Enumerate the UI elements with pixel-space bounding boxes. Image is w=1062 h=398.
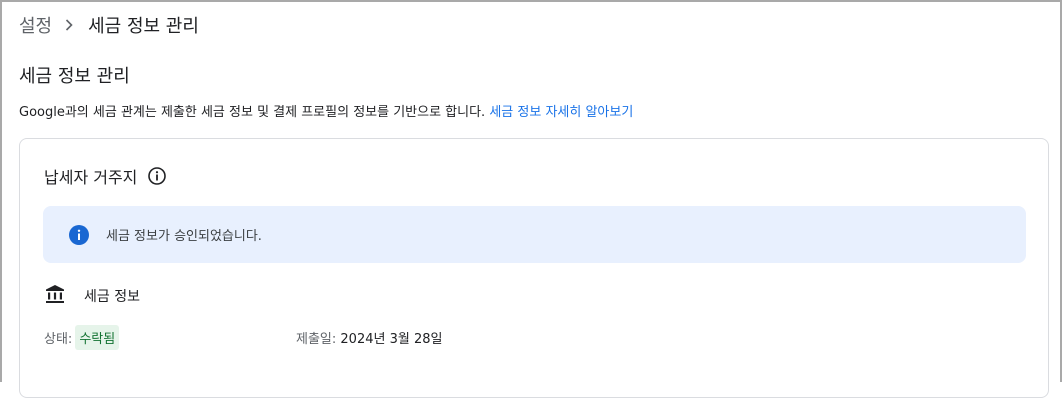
card-title: 납세자 거주지 [44,168,138,187]
info-filled-icon [68,224,90,246]
learn-more-link[interactable]: 세금 정보 자세히 알아보기 [489,105,633,120]
approval-banner: 세금 정보가 승인되었습니다. [43,206,1026,263]
info-outline-icon[interactable] [147,166,167,186]
breadcrumb-current: 세금 정보 관리 [88,16,199,37]
status-badge: 수락됨 [75,325,120,350]
breadcrumb: 설정 세금 정보 관리 [19,13,199,37]
description-text: Google과의 세금 관계는 제출한 세금 정보 및 결제 프로필의 정보를 … [19,105,486,120]
page-description: Google과의 세금 관계는 제출한 세금 정보 및 결제 프로필의 정보를 … [19,101,633,120]
chevron-right-icon [64,18,74,32]
submitted-label: 제출일: [296,332,337,347]
submitted-value: 2024년 3월 28일 [340,332,443,347]
page-title: 세금 정보 관리 [19,66,130,87]
bank-icon [44,283,66,309]
status-label: 상태: [44,332,73,347]
breadcrumb-settings-link[interactable]: 설정 [19,12,52,38]
submitted-date: 제출일: 2024년 3월 28일 [296,328,442,347]
status-row: 상태: 수락됨 [44,325,120,350]
tax-residency-card: 납세자 거주지 세금 정보가 승인되었습니다. 세금 정보 상태: 수락됨 제출… [19,138,1049,398]
banner-text: 세금 정보가 승인되었습니다. [106,229,262,244]
tax-info-section: 세금 정보 [44,283,140,309]
section-label: 세금 정보 [84,289,140,305]
card-header: 납세자 거주지 [44,164,167,188]
